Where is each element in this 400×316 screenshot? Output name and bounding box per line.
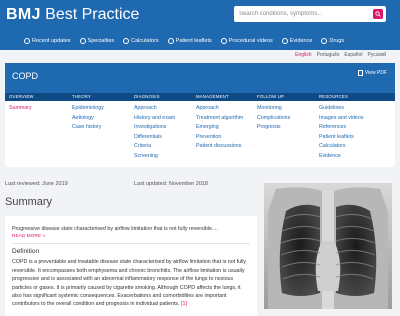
nav-item-label: Evidence: [289, 38, 313, 44]
drugs-icon: [321, 38, 328, 44]
section-link[interactable]: Prevention: [196, 133, 243, 143]
section-link[interactable]: Approach: [196, 104, 243, 114]
section-link[interactable]: Images and videos: [319, 114, 363, 124]
read-more-link[interactable]: READ MORE »: [12, 234, 250, 239]
section-link[interactable]: Differentials: [134, 133, 175, 143]
definition-text: COPD is a preventable and treatable dise…: [12, 258, 250, 308]
divider: [12, 243, 250, 245]
nav-item-evidence[interactable]: Evidence: [281, 32, 313, 50]
topic-header: COPD View PDF: [5, 63, 395, 93]
section-link[interactable]: Aetiology: [72, 114, 104, 124]
specialties-icon: [79, 38, 86, 44]
bmj-logo[interactable]: BMJ Best Practice: [6, 6, 139, 24]
pdf-icon: [357, 70, 363, 76]
section-link[interactable]: References: [319, 123, 363, 133]
section-link[interactable]: Prognosis: [257, 123, 290, 133]
leaflet-icon: [167, 38, 174, 44]
nav-item-patient-leaflets[interactable]: Patient leaflets: [167, 32, 212, 50]
nav-item-procedural-videos[interactable]: Procedural videos: [220, 32, 273, 50]
language-option[interactable]: Português: [317, 52, 340, 58]
section-header-management: MANAGEMENT: [196, 94, 229, 99]
nav-item-label: Patient leaflets: [175, 38, 212, 44]
nav-item-drugs[interactable]: Drugs: [321, 32, 344, 50]
search-button[interactable]: [373, 9, 383, 19]
section-link[interactable]: Patient leaflets: [319, 133, 363, 143]
language-option[interactable]: Русский: [367, 52, 386, 58]
section-link[interactable]: Calculators: [319, 142, 363, 152]
section-link[interactable]: Screening: [134, 152, 175, 162]
section-link[interactable]: Summary: [9, 104, 32, 114]
section-header-overview: OVERVIEW: [9, 94, 34, 99]
definition-body: COPD is a preventable and treatable dise…: [12, 259, 247, 308]
summary-lead: Progressive disease state characterised …: [12, 226, 218, 232]
main-nav: Recent updates Specialties Calculators Pati…: [0, 32, 400, 50]
nav-item-specialties[interactable]: Specialties: [79, 32, 115, 50]
section-header-follow-up: FOLLOW UP: [257, 94, 285, 99]
section-link[interactable]: Investigations: [134, 123, 175, 133]
section-link[interactable]: Monitoring: [257, 104, 290, 114]
last-reviewed: Last reviewed: June 2019: [5, 181, 68, 187]
section-column-resources: Guidelines Images and videos References Pat…: [319, 104, 363, 161]
logo-bmj: BMJ: [6, 6, 41, 23]
view-pdf-button[interactable]: View PDF: [357, 70, 387, 76]
topic-title: COPD: [12, 71, 39, 81]
topic-panel: COPD View PDF OVERVIEW THEORY DIAGNOSIS MAN…: [5, 63, 395, 167]
last-updated: Last updated: November 2018: [134, 181, 208, 187]
search-input[interactable]: [234, 6, 368, 22]
section-link[interactable]: Approach: [134, 104, 175, 114]
logo-product: Best Practice: [45, 6, 140, 23]
section-column-theory: Epidemiology Aetiology Case history: [72, 104, 104, 133]
section-column-follow-up: Monitoring Complications Prognosis: [257, 104, 290, 133]
nav-item-calculators[interactable]: Calculators: [123, 32, 159, 50]
summary-heading: Summary: [5, 196, 53, 208]
top-bar: BMJ Best Practice Recent updates Specialt…: [0, 0, 400, 50]
xray-heart: [315, 241, 341, 291]
section-headers: OVERVIEW THEORY DIAGNOSIS MANAGEMENT FOLLOW …: [5, 93, 395, 101]
section-column-diagnosis: Approach History and exam Investigations Di…: [134, 104, 175, 161]
view-pdf-label: View PDF: [364, 70, 387, 76]
section-link[interactable]: Evidence: [319, 152, 363, 162]
section-link[interactable]: Epidemiology: [72, 104, 104, 114]
search-icon: [375, 11, 381, 17]
nav-item-label: Recent updates: [32, 38, 71, 44]
definition-heading: Definition: [12, 248, 40, 256]
section-link[interactable]: History and exam: [134, 114, 175, 124]
nav-item-label: Calculators: [131, 38, 159, 44]
search-box: [234, 6, 386, 22]
nav-item-label: Procedural videos: [228, 38, 273, 44]
evidence-icon: [281, 38, 288, 44]
section-link[interactable]: Emerging: [196, 123, 243, 133]
section-column-overview: Summary: [9, 104, 32, 114]
calculator-icon: [123, 38, 130, 44]
nav-item-label: Specialties: [87, 38, 115, 44]
section-link[interactable]: Case history: [72, 123, 104, 133]
language-option[interactable]: English: [295, 52, 311, 58]
section-link[interactable]: Patient discussions: [196, 142, 243, 152]
chest-xray-image[interactable]: [262, 181, 394, 311]
recent-icon: [24, 38, 30, 44]
section-header-resources: RESOURCES: [319, 94, 349, 99]
nav-item-label: Drugs: [329, 38, 345, 44]
section-column-management: Approach Treatment algorithm Emerging Preve…: [196, 104, 243, 152]
section-link[interactable]: Criteria: [134, 142, 175, 152]
nav-item-recent-updates[interactable]: Recent updates: [24, 32, 71, 50]
summary-card: Progressive disease state characterised …: [5, 216, 257, 316]
section-link[interactable]: Guidelines: [319, 104, 363, 114]
section-link[interactable]: Complications: [257, 114, 290, 124]
language-option[interactable]: Español: [344, 52, 362, 58]
video-icon: [220, 38, 227, 44]
section-header-theory: THEORY: [72, 94, 92, 99]
language-switcher: English Português Español Русский: [295, 52, 386, 58]
section-link[interactable]: Treatment algorithm: [196, 114, 243, 124]
section-header-diagnosis: DIAGNOSIS: [134, 94, 160, 99]
reference-link[interactable]: [1]: [181, 301, 187, 307]
